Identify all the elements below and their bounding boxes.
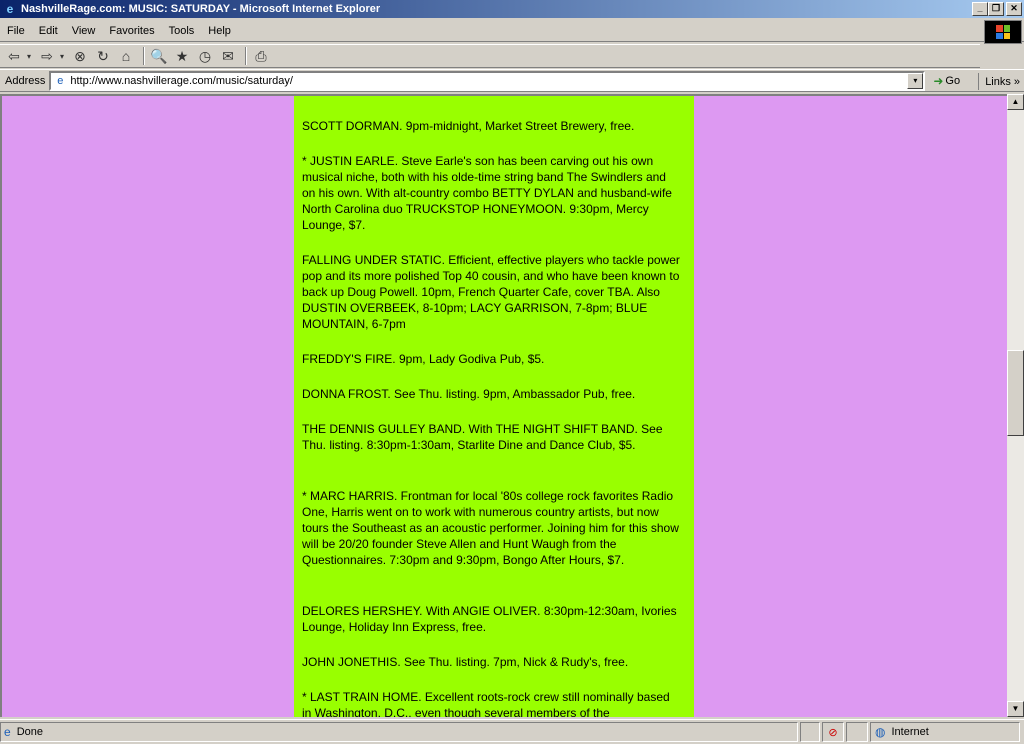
chevron-right-icon: » [1013,75,1020,88]
back-dropdown-icon[interactable]: ▾ [27,52,31,61]
address-label: Address [5,74,46,87]
security-zone-label: Internet [891,726,929,738]
window-controls: _ ❐ ✕ [972,2,1022,16]
forward-button[interactable]: ⇨ [37,46,57,66]
menu-bar: File Edit View Favorites Tools Help [0,20,1024,42]
links-button[interactable]: Links » [978,73,1020,90]
listing-item: * MARC HARRIS. Frontman for local '80s c… [302,489,679,567]
window-title: NashvilleRage.com: MUSIC: SATURDAY - Mic… [21,3,381,15]
menu-file[interactable]: File [0,25,32,37]
status-progress-panel [800,722,820,742]
listing-item: FALLING UNDER STATIC. Efficient, effecti… [302,253,680,331]
windows-logo-throbber [984,20,1022,44]
address-bar: Address e ▾ ➜ Go Links » [0,69,1024,92]
minimize-button[interactable]: _ [972,2,988,16]
listing-item: DELORES HERSHEY. With ANGIE OLIVER. 8:30… [302,604,677,634]
listing-item: SCOTT DORMAN. 9pm-midnight, Market Stree… [302,119,635,133]
address-dropdown-button[interactable]: ▾ [907,72,924,89]
favorites-button[interactable]: ★ [172,46,192,66]
status-panel [846,722,868,742]
listing-item: * JUSTIN EARLE. Steve Earle's son has be… [302,154,672,232]
go-arrow-icon: ➜ [933,73,944,88]
menu-help[interactable]: Help [201,25,238,37]
listing-item: JOHN JONETHIS. See Thu. listing. 7pm, Ni… [302,655,629,669]
listing-partial-top [302,96,682,104]
address-field[interactable]: e ▾ [49,70,926,91]
refresh-button[interactable]: ↻ [93,46,113,66]
listing-item: FREDDY'S FIRE. 9pm, Lady Godiva Pub, $5. [302,352,545,366]
home-button[interactable]: ⌂ [116,46,136,66]
status-text: Done [16,726,43,738]
status-text-panel: e Done [0,722,798,742]
ie-logo-icon: e [6,2,14,16]
scroll-up-arrow-icon[interactable]: ▲ [1007,94,1024,110]
windows-logo-icon [996,25,1010,39]
menu-favorites[interactable]: Favorites [102,25,161,37]
restore-button[interactable]: ❐ [988,2,1004,16]
back-button[interactable]: ⇦ [4,46,24,66]
title-bar: e NashvilleRage.com: MUSIC: SATURDAY - M… [0,0,1024,18]
toolbar-separator [143,47,146,65]
privacy-blocked-icon[interactable]: ⊘ [828,726,837,739]
standard-toolbar: ⇦ ▾ ⇨ ▾ ⊗ ↻ ⌂ 🔍 ★ ◷ ✉ ⎙ [0,44,980,68]
security-zone-panel: ◍ Internet [870,722,1020,742]
go-button[interactable]: ➜ Go [933,74,960,88]
history-button[interactable]: ◷ [195,46,215,66]
listing-item: * LAST TRAIN HOME. Excellent roots-rock … [302,690,670,717]
menu-view[interactable]: View [65,25,103,37]
listing-item: THE DENNIS GULLEY BAND. With THE NIGHT S… [302,422,663,452]
scroll-down-arrow-icon[interactable]: ▼ [1007,701,1024,717]
address-input[interactable] [70,73,924,88]
go-label: Go [945,74,961,87]
listings-column: SCOTT DORMAN. 9pm-midnight, Market Stree… [294,96,694,717]
links-label: Links [985,75,1011,88]
stop-button[interactable]: ⊗ [70,46,90,66]
internet-zone-icon: ◍ [875,725,886,739]
forward-dropdown-icon[interactable]: ▾ [60,52,64,61]
vertical-scrollbar[interactable]: ▲ ▼ [1007,94,1024,717]
page-viewport: SCOTT DORMAN. 9pm-midnight, Market Stree… [0,94,1007,717]
scrollbar-thumb[interactable] [1007,350,1024,436]
print-button[interactable]: ⎙ [251,46,271,66]
menu-edit[interactable]: Edit [32,25,65,37]
mail-button[interactable]: ✉ [218,46,238,66]
status-bar: e Done ⊘ ◍ Internet [0,719,1024,744]
toolbar-separator [245,47,248,65]
listing-item: DONNA FROST. See Thu. listing. 9pm, Amba… [302,387,636,401]
page-done-icon: e [4,725,11,739]
search-button[interactable]: 🔍 [149,46,169,66]
page-icon: e [57,74,64,87]
close-button[interactable]: ✕ [1006,2,1022,16]
status-privacy-panel: ⊘ [822,722,844,742]
menu-tools[interactable]: Tools [162,25,202,37]
